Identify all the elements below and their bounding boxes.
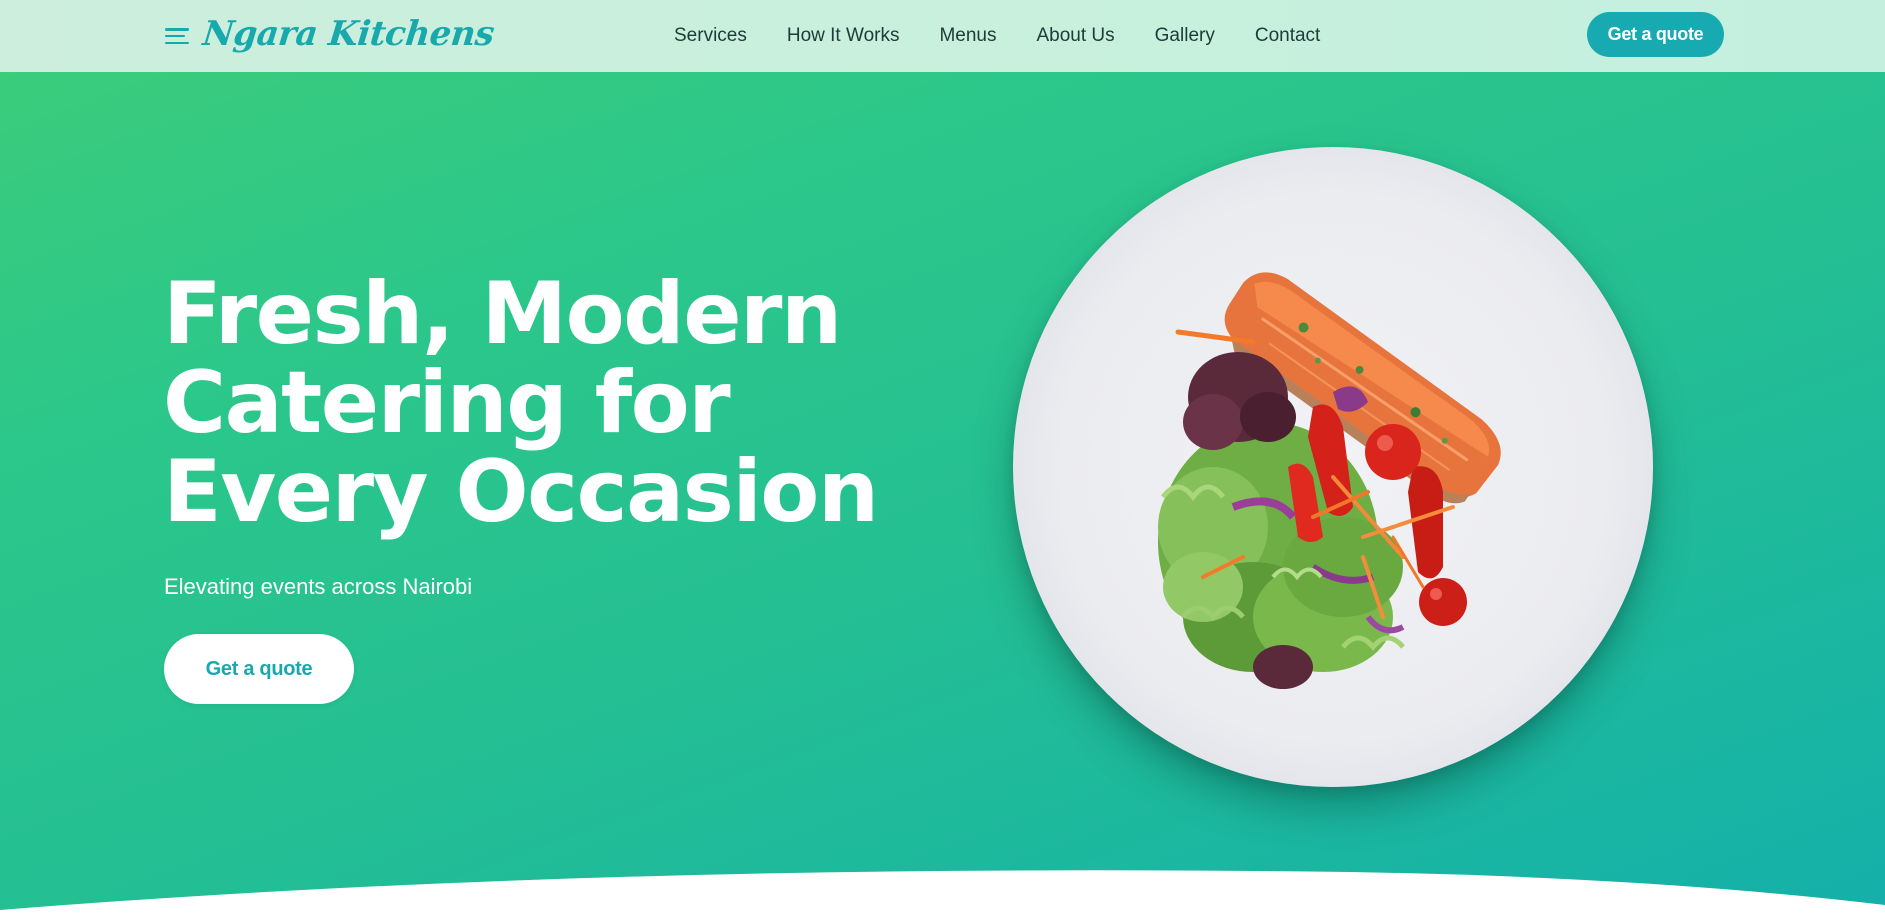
site-header: Ngara Kitchens Services How It Works Men… <box>0 0 1885 72</box>
nav-link-menus[interactable]: Menus <box>939 25 996 47</box>
hero-bottom-wave <box>0 870 1885 920</box>
nav-link-services[interactable]: Services <box>674 25 747 47</box>
hamburger-menu-icon[interactable] <box>165 26 189 46</box>
header-get-quote-button[interactable]: Get a quote <box>1587 12 1724 57</box>
nav-link-about-us[interactable]: About Us <box>1037 25 1115 47</box>
brand-logo[interactable]: Ngara Kitchens <box>201 14 496 54</box>
hero-section: Fresh, Modern Catering for Every Occasio… <box>0 72 1885 920</box>
nav-link-contact[interactable]: Contact <box>1255 25 1320 47</box>
page: Ngara Kitchens Services How It Works Men… <box>0 0 1885 920</box>
nav-link-gallery[interactable]: Gallery <box>1155 25 1215 47</box>
main-nav: Services How It Works Menus About Us Gal… <box>674 0 1360 72</box>
nav-link-how-it-works[interactable]: How It Works <box>787 25 900 47</box>
